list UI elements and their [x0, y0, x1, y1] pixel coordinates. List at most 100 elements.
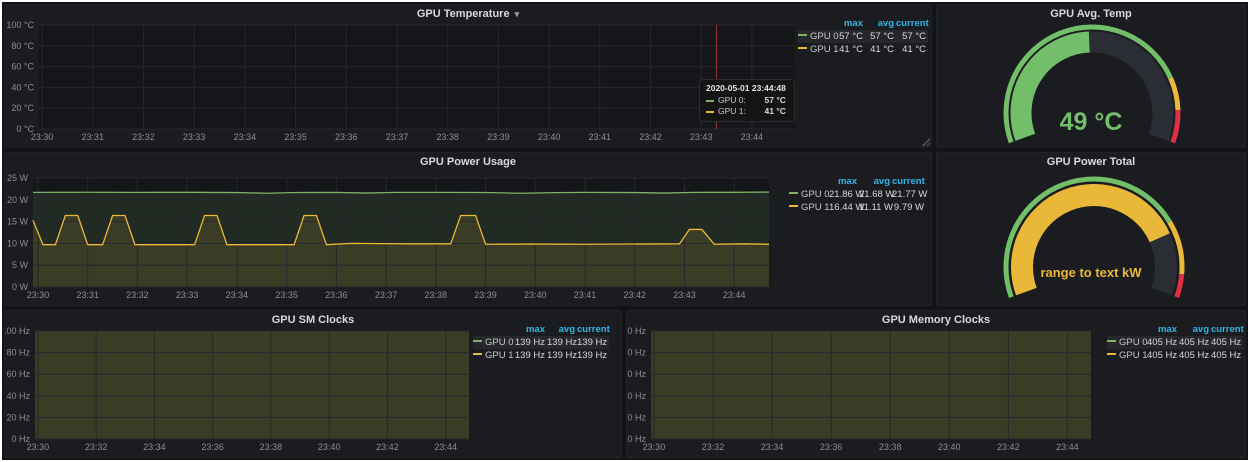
time-series-chart-gpu-temperature[interactable]: 0 °C20 °C40 °C60 °C80 °C100 °C23:3023:31…	[5, 5, 933, 149]
legend-stat-value: 405 Hz	[1147, 336, 1179, 349]
legend-series-name[interactable]: GPU 1	[485, 349, 513, 362]
y-axis-label: 80 Hz	[627, 348, 646, 358]
tooltip-series-name: GPU 1:	[718, 106, 746, 117]
legend-spacer	[801, 175, 829, 188]
y-axis-label: 80 °C	[11, 41, 34, 51]
series-color-swatch	[706, 100, 714, 102]
legend-stat-value: 41 °C	[838, 43, 865, 56]
legend-stat-value: 21.77 W	[892, 188, 926, 201]
legend-series-color[interactable]	[789, 201, 801, 214]
y-axis-label: 20 °C	[11, 103, 34, 113]
panel-gpu-avg-temp: GPU Avg. Temp 49 °C	[936, 4, 1246, 148]
panel-title-gpu-sm-clocks[interactable]: GPU SM Clocks	[5, 314, 621, 326]
series-fill-gpu-1	[651, 331, 1091, 439]
x-axis-label: 23:36	[335, 132, 358, 142]
x-axis-label: 23:37	[386, 132, 409, 142]
x-axis-label: 23:37	[375, 290, 398, 300]
y-axis-label: 25 W	[7, 173, 29, 183]
panel-title-gpu-memory-clocks[interactable]: GPU Memory Clocks	[627, 314, 1245, 326]
legend-stat-value: 405 Hz	[1211, 349, 1243, 362]
panel-title-gpu-power-usage[interactable]: GPU Power Usage	[5, 156, 931, 168]
x-axis-label: 23:40	[538, 132, 561, 142]
legend-series-color[interactable]	[1107, 349, 1119, 362]
graph-legend: maxavgcurrentGPU 0405 Hz405 Hz405 HzGPU …	[1107, 323, 1243, 362]
legend-stat-value: 139 Hz	[513, 336, 547, 349]
legend-series-name[interactable]: GPU 0	[485, 336, 513, 349]
x-axis-label: 23:34	[143, 442, 166, 452]
legend-stat-value: 57 °C	[838, 30, 865, 43]
x-axis-label: 23:40	[524, 290, 547, 300]
x-axis-label: 23:31	[76, 290, 99, 300]
x-axis-label: 23:43	[673, 290, 696, 300]
legend-series-color[interactable]	[473, 349, 485, 362]
x-axis-label: 23:36	[820, 442, 843, 452]
panel-gpu-sm-clocks: GPU SM Clocks 0 Hz20 Hz40 Hz60 Hz80 Hz10…	[4, 310, 622, 458]
legend-stat-value: 405 Hz	[1179, 336, 1211, 349]
x-axis-label: 23:34	[226, 290, 249, 300]
panel-title-gpu-avg-temp[interactable]: GPU Avg. Temp	[937, 8, 1245, 20]
panel-title-text: GPU Memory Clocks	[882, 314, 990, 326]
legend-stat-value: 405 Hz	[1211, 336, 1243, 349]
legend-stat-value: 41 °C	[896, 43, 928, 56]
plot-background	[39, 25, 795, 129]
legend-series-name[interactable]: GPU 1	[810, 43, 838, 56]
x-axis-label: 23:31	[81, 132, 104, 142]
legend-stat-value: 16.44 W	[829, 201, 859, 214]
legend-series-color[interactable]	[1107, 336, 1119, 349]
x-axis-label: 23:42	[376, 442, 399, 452]
x-axis-label: 23:32	[702, 442, 725, 452]
x-axis-label: 23:32	[132, 132, 155, 142]
grafana-dashboard: GPU Temperature▾ 0 °C20 °C40 °C60 °C80 °…	[2, 2, 1248, 460]
x-axis-label: 23:33	[176, 290, 199, 300]
y-axis-label: 40 Hz	[627, 391, 646, 401]
tooltip-series-value: 57 °C	[765, 95, 786, 106]
y-axis-label: 60 °C	[11, 62, 34, 72]
panel-gpu-power-total: GPU Power Total range to text kW	[936, 152, 1246, 306]
legend-stat-value: 57 °C	[896, 30, 928, 43]
legend-stat-value: 139 Hz	[513, 349, 547, 362]
x-axis-label: 23:30	[27, 290, 50, 300]
legend-stat-value: 11.11 W	[859, 201, 892, 214]
gauge-gpu-power-total	[937, 153, 1247, 307]
legend-series-color[interactable]	[789, 188, 801, 201]
legend-series-name[interactable]: GPU 0	[1119, 336, 1147, 349]
x-axis-label: 23:34	[234, 132, 257, 142]
y-axis-label: 20 Hz	[627, 412, 646, 422]
legend-series-name[interactable]: GPU 0	[801, 188, 829, 201]
legend-series-name[interactable]: GPU 1	[801, 201, 829, 214]
y-axis-label: 40 °C	[11, 82, 34, 92]
y-axis-label: 5 W	[12, 260, 29, 270]
legend-stat-value: 57 °C	[865, 30, 896, 43]
legend-series-color[interactable]	[798, 43, 810, 56]
legend-series-name[interactable]: GPU 1	[1119, 349, 1147, 362]
x-axis-label: 23:43	[690, 132, 713, 142]
legend-stat-value: 139 Hz	[547, 336, 577, 349]
x-axis-label: 23:42	[997, 442, 1020, 452]
panel-title-gpu-temperature[interactable]: GPU Temperature▾	[5, 8, 931, 20]
x-axis-label: 23:42	[623, 290, 646, 300]
gauge-value: 49 °C	[937, 108, 1245, 137]
x-axis-label: 23:38	[436, 132, 459, 142]
tooltip-series-name: GPU 0:	[718, 95, 746, 106]
legend-stat-value: 9.79 W	[892, 201, 926, 214]
legend-stat-value: 139 Hz	[577, 336, 609, 349]
legend-stat-header[interactable]: avg	[859, 175, 892, 188]
panel-title-gpu-power-total[interactable]: GPU Power Total	[937, 156, 1245, 168]
legend-series-name[interactable]: GPU 0	[810, 30, 838, 43]
x-axis-label: 23:34	[761, 442, 784, 452]
x-axis-label: 23:44	[723, 290, 746, 300]
tooltip-timestamp: 2020-05-01 23:44:48	[706, 83, 786, 94]
x-axis-label: 23:36	[201, 442, 224, 452]
legend-stat-header[interactable]: current	[892, 175, 926, 188]
legend-stat-value: 21.86 W	[829, 188, 859, 201]
x-axis-label: 23:36	[325, 290, 348, 300]
panel-resize-handle[interactable]	[921, 137, 930, 146]
legend-series-color[interactable]	[798, 30, 810, 43]
legend-series-color[interactable]	[473, 336, 485, 349]
y-axis-label: 15 W	[7, 217, 29, 227]
x-axis-label: 23:38	[260, 442, 283, 452]
x-axis-label: 23:40	[318, 442, 341, 452]
x-axis-label: 23:39	[474, 290, 497, 300]
legend-stat-value: 139 Hz	[577, 349, 609, 362]
legend-stat-header[interactable]: max	[829, 175, 859, 188]
